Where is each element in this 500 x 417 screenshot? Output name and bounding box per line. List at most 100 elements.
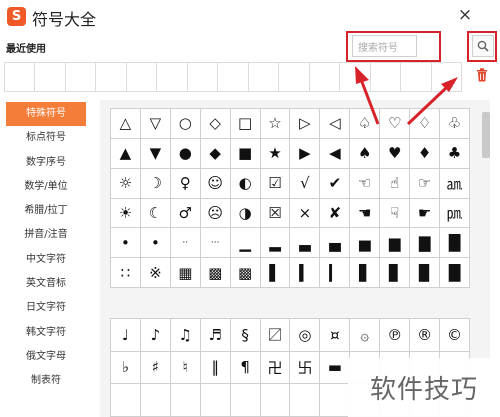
symbol-cell[interactable]: ® [410,319,441,352]
symbol-cell[interactable]: ♂ [170,198,201,229]
symbol-cell[interactable]: ♀ [170,168,201,199]
symbol-cell[interactable]: ▄ [320,228,351,259]
symbol-cell[interactable]: ♡ [380,109,411,139]
symbol-cell[interactable]: ☾ [140,198,171,229]
symbol-cell[interactable]: ··· [200,228,231,259]
symbol-cell[interactable] [230,384,261,417]
clear-recent-button[interactable] [474,66,490,84]
recent-slot[interactable] [279,63,310,92]
symbol-cell[interactable]: □ [230,109,261,139]
symbol-cell[interactable]: ☒ [260,198,291,229]
symbol-cell[interactable]: © [440,319,470,352]
category-math-units[interactable]: 数学/单位 [6,175,86,199]
category-japanese-chars[interactable]: 日文字符 [6,296,86,320]
symbol-cell[interactable]: ♧ [440,109,470,139]
symbol-cell[interactable]: ▷ [290,109,321,139]
symbol-cell[interactable]: ♮ [170,351,201,385]
recent-slot[interactable] [96,63,127,92]
symbol-cell[interactable]: ¤ [320,319,351,352]
symbol-cell[interactable]: ☞ [410,168,441,199]
symbol-cell[interactable]: ㏘ [440,198,470,229]
symbol-cell[interactable]: ☝ [380,168,411,199]
symbol-cell[interactable]: ▉ [410,258,441,288]
symbol-cell[interactable]: ☺ [200,168,231,199]
symbol-cell[interactable]: ▃ [290,228,321,259]
symbol-cell[interactable]: ▊ [380,258,411,288]
symbol-cell[interactable]: ♯ [140,351,171,385]
symbol-cell[interactable]: ۞ [350,319,381,352]
symbol-cell[interactable] [200,384,231,417]
category-chinese-chars[interactable]: 中文字符 [6,248,86,272]
symbol-cell[interactable]: ☼ [111,168,141,199]
category-special-symbols[interactable]: 特殊符号 [6,102,86,127]
recent-slot[interactable] [65,63,97,92]
symbol-cell[interactable]: • [111,228,141,259]
search-field[interactable] [352,35,417,59]
symbol-cell[interactable]: ℗ [380,319,411,352]
search-button[interactable] [472,35,494,57]
symbol-cell[interactable]: ★ [260,138,291,169]
symbol-cell[interactable]: ∷ [111,258,141,288]
recent-slot[interactable] [126,63,158,92]
recent-slot[interactable] [157,63,188,92]
symbol-cell[interactable]: ▦ [170,258,201,288]
recent-slot[interactable] [218,63,249,92]
symbol-cell[interactable]: ◁ [320,109,351,139]
symbol-cell[interactable]: ◀ [320,138,351,169]
recent-slot[interactable] [309,63,341,92]
symbol-cell[interactable]: △ [111,109,141,139]
symbol-cell[interactable] [170,384,201,417]
category-box-drawing[interactable]: 制表符 [6,369,86,393]
symbol-cell[interactable]: ♠ [350,138,381,169]
symbol-cell[interactable]: ♢ [410,109,441,139]
symbol-cell[interactable]: ♩ [111,319,141,352]
symbol-cell[interactable]: ▆ [380,228,411,259]
symbol-cell[interactable]: ♫ [170,319,201,352]
symbol-cell[interactable]: ☜ [350,168,381,199]
symbol-cell[interactable]: ▂ [260,228,291,259]
symbol-cell[interactable]: § [230,319,261,352]
symbol-cell[interactable]: ▽ [140,109,171,139]
recent-slot[interactable] [35,63,66,92]
search-input[interactable] [353,38,416,59]
symbol-cell[interactable]: ㏂ [440,168,470,199]
symbol-cell[interactable] [111,384,141,417]
recent-slot[interactable] [248,63,280,92]
recent-slot[interactable] [401,63,432,92]
symbol-cell[interactable]: ▌ [260,258,291,288]
symbol-cell[interactable]: ● [170,138,201,169]
symbol-cell[interactable]: ▼ [140,138,171,169]
symbol-cell[interactable]: ♤ [350,109,381,139]
symbol-cell[interactable]: ☀ [111,198,141,229]
symbol-cell[interactable]: ☚ [350,198,381,229]
symbol-cell[interactable]: × [290,198,321,229]
symbol-cell[interactable] [290,384,321,417]
symbol-cell[interactable]: ▎ [320,258,351,288]
symbol-cell[interactable]: ♪ [140,319,171,352]
recent-slot[interactable] [431,63,462,92]
recent-slot[interactable] [340,63,371,92]
symbol-cell[interactable] [320,384,351,417]
symbol-cell[interactable]: ▍ [290,258,321,288]
symbol-cell[interactable]: ■ [230,138,261,169]
category-korean-chars[interactable]: 韩文字符 [6,321,86,345]
symbol-cell[interactable]: ◎ [290,319,321,352]
symbol-cell[interactable]: • [140,228,171,259]
symbol-cell[interactable]: 卍 [260,351,291,385]
symbol-cell[interactable]: 卐 [290,351,321,385]
symbol-cell[interactable]: ☽ [140,168,171,199]
symbol-cell[interactable]: ♦ [410,138,441,169]
symbol-cell[interactable]: ·· [170,228,201,259]
scrollbar-thumb[interactable] [482,112,490,158]
symbol-cell[interactable]: ☛ [410,198,441,229]
recent-slot[interactable] [370,63,402,92]
symbol-cell[interactable]: √ [290,168,321,199]
symbol-cell[interactable]: ◑ [230,198,261,229]
symbol-cell[interactable]: ✘ [320,198,351,229]
recent-slot[interactable] [5,63,36,92]
symbol-cell[interactable]: ☑ [260,168,291,199]
close-button[interactable]: × [455,5,475,25]
symbol-cell[interactable]: ▶ [290,138,321,169]
symbol-cell[interactable]: ‖ [200,351,231,385]
symbol-cell[interactable] [140,384,171,417]
